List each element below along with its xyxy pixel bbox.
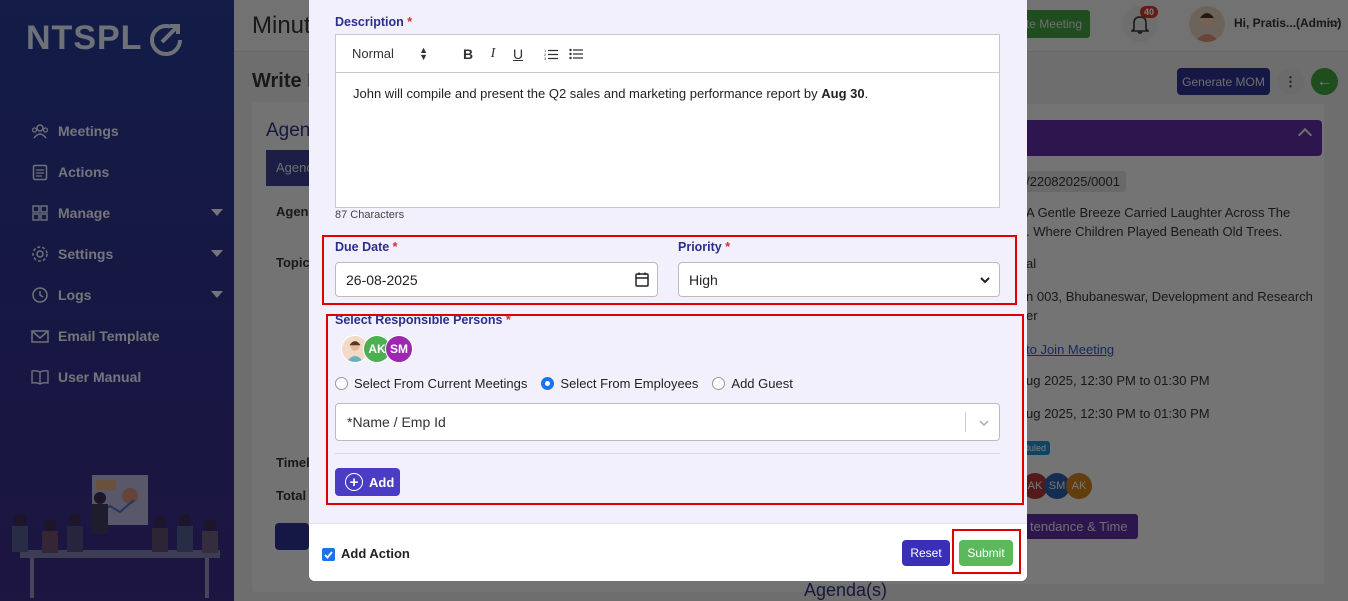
description-editor[interactable]: Normal ▲ ▼ B I U 123 John will compile an… <box>335 34 1000 208</box>
text-format-value: Normal <box>352 46 394 61</box>
selection-source-radio-group: Select From Current Meetings Select From… <box>335 376 807 391</box>
radio-button[interactable] <box>541 377 555 390</box>
reset-button[interactable]: Reset <box>902 540 950 566</box>
responsible-persons-label: Select Responsible Persons * <box>335 313 511 327</box>
radio-button[interactable] <box>712 377 726 390</box>
select-divider <box>965 412 966 432</box>
add-action-label[interactable]: Add Action <box>341 546 410 561</box>
add-action-checkbox[interactable] <box>322 548 335 561</box>
employee-search-input[interactable]: *Name / Emp Id <box>335 403 1000 441</box>
due-date-label: Due Date * <box>335 240 398 254</box>
character-count: 87 Characters <box>335 209 405 221</box>
submit-button[interactable]: Submit <box>959 540 1013 566</box>
avatar: SM <box>385 335 413 363</box>
radio-current-meetings[interactable]: Select From Current Meetings <box>335 376 527 391</box>
search-placeholder: *Name / Emp Id <box>347 414 446 430</box>
chevron-down-icon[interactable] <box>978 416 990 432</box>
divider <box>335 453 1000 454</box>
text-format-select[interactable]: Normal ▲ ▼ <box>352 44 428 62</box>
editor-toolbar: Normal ▲ ▼ B I U 123 <box>336 35 999 73</box>
plus-icon: + <box>345 473 363 491</box>
priority-value: High <box>689 271 718 288</box>
add-action-modal: Description * Normal ▲ ▼ B I U 123 John w… <box>309 0 1027 581</box>
svg-text:3: 3 <box>544 56 547 60</box>
modal-footer: Add Action Reset Submit <box>309 523 1027 581</box>
bullet-list-icon[interactable] <box>564 42 588 66</box>
ordered-list-icon[interactable]: 123 <box>539 42 563 66</box>
due-date-value: 26-08-2025 <box>346 271 418 288</box>
priority-label: Priority * <box>678 240 731 254</box>
radio-employees[interactable]: Select From Employees <box>541 376 698 391</box>
radio-add-guest[interactable]: Add Guest <box>712 376 793 391</box>
add-person-button[interactable]: + Add <box>335 468 400 496</box>
modal-body: Description * Normal ▲ ▼ B I U 123 John w… <box>309 0 1027 523</box>
bold-icon[interactable]: B <box>456 42 480 66</box>
editor-content[interactable]: John will compile and present the Q2 sal… <box>336 73 999 114</box>
underline-icon[interactable]: U <box>506 42 530 66</box>
description-label: Description * <box>335 15 413 29</box>
chevron-down-icon[interactable] <box>979 273 991 289</box>
due-date-input[interactable]: 26-08-2025 <box>335 262 658 297</box>
radio-button[interactable] <box>335 377 348 390</box>
priority-select[interactable]: High <box>678 262 1000 297</box>
calendar-icon[interactable] <box>635 272 649 290</box>
sort-arrows-icon: ▲ ▼ <box>419 44 428 62</box>
italic-icon[interactable]: I <box>481 42 505 66</box>
